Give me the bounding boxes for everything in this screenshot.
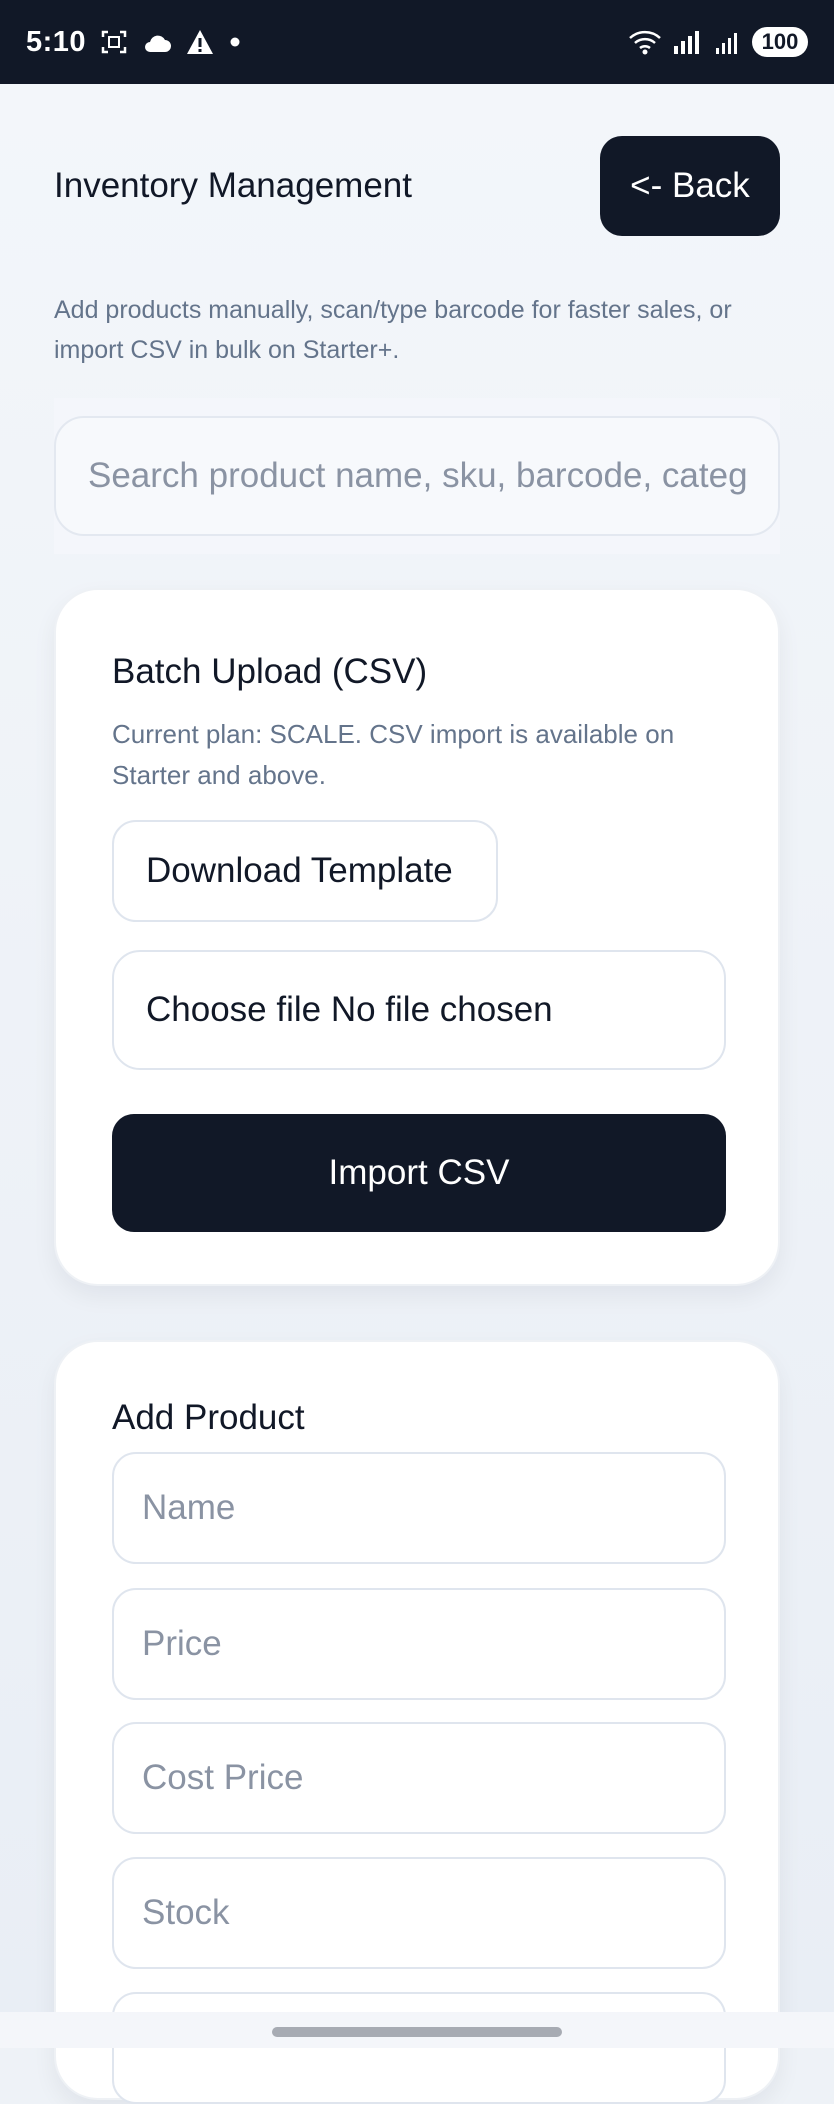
battery-indicator: 100 — [752, 27, 808, 57]
status-icons-right: 100 — [628, 27, 808, 57]
dot-icon — [230, 37, 240, 47]
price-field[interactable]: Price — [112, 1588, 726, 1700]
system-nav-bar — [0, 2012, 834, 2048]
download-template-button[interactable]: Download Template — [112, 820, 498, 922]
search-input[interactable]: Search product name, sku, barcode, categ — [54, 416, 780, 536]
import-csv-button[interactable]: Import CSV — [112, 1114, 726, 1232]
csv-file-input[interactable]: Choose file No file chosen — [112, 950, 726, 1070]
screenshot-icon — [101, 30, 127, 54]
plan-note: Current plan: SCALE. CSV import is avail… — [112, 719, 675, 790]
inventory-page: Inventory Management <- Back Add product… — [0, 84, 834, 2104]
batch-upload-title: Batch Upload (CSV) — [112, 652, 428, 691]
add-product-card: Add Product Name Price Cost Price Stock — [54, 1340, 780, 2104]
status-icons-left — [100, 28, 242, 56]
page-subtitle: Add products manually, scan/type barcode… — [54, 296, 732, 364]
page-header: Inventory Management <- Back — [54, 136, 780, 236]
batch-upload-card: Batch Upload (CSV) Current plan: SCALE. … — [54, 588, 780, 1286]
signal-icon-secondary — [716, 33, 737, 54]
wifi-icon — [629, 30, 661, 55]
signal-icon — [674, 31, 699, 54]
status-time: 5:10 — [26, 25, 87, 58]
cost-price-field[interactable]: Cost Price — [112, 1722, 726, 1834]
status-bar: 5:10 100 — [0, 0, 834, 84]
add-product-title: Add Product — [112, 1398, 305, 1437]
search-container: Search product name, sku, barcode, categ — [54, 398, 780, 554]
page-title: Inventory Management — [54, 166, 412, 205]
stock-field[interactable]: Stock — [112, 1857, 726, 1969]
back-button[interactable]: <- Back — [600, 136, 780, 236]
warning-icon — [187, 30, 214, 54]
next-field-partial[interactable] — [112, 1992, 726, 2104]
gesture-handle[interactable] — [272, 2027, 562, 2037]
name-field[interactable]: Name — [112, 1452, 726, 1564]
cloud-icon — [145, 35, 172, 52]
